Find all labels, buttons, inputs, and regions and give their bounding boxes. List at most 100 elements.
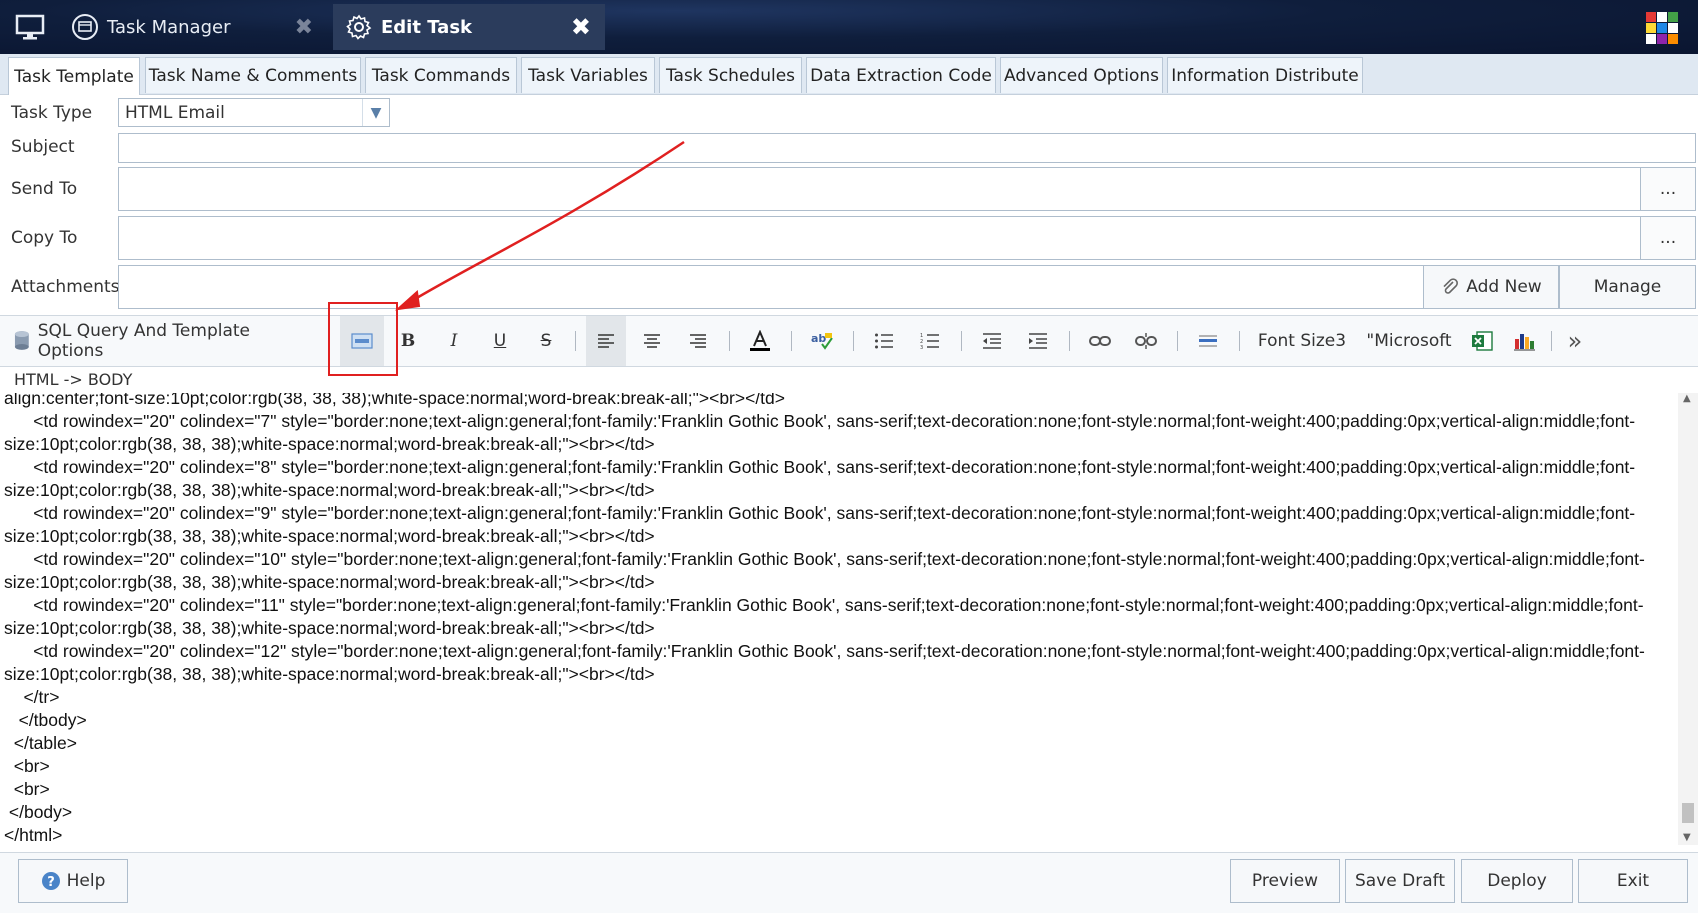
save-draft-button[interactable]: Save Draft <box>1345 859 1455 903</box>
align-left-button[interactable] <box>586 316 626 366</box>
task-type-select[interactable]: HTML Email ▼ <box>118 98 390 127</box>
tab-label: Advanced Options <box>1004 65 1159 86</box>
font-name-dropdown[interactable]: "Microsoft <box>1358 316 1460 366</box>
tab-information-distribute[interactable]: Information Distribute <box>1167 57 1363 93</box>
app-logo-icon <box>1646 12 1678 44</box>
font-color-icon <box>750 330 770 351</box>
align-center-button[interactable] <box>632 316 672 366</box>
outdent-button[interactable] <box>972 316 1012 366</box>
insert-link-button[interactable] <box>1080 316 1120 366</box>
attachments-field[interactable] <box>118 265 1424 309</box>
scroll-down-icon[interactable]: ▼ <box>1683 832 1691 843</box>
tab-edit-task[interactable]: Edit Task ✖ <box>333 4 605 50</box>
numbered-list-icon: 1 2 3 <box>920 333 939 350</box>
manage-button[interactable]: Manage <box>1559 265 1696 309</box>
tab-task-manager-label: Task Manager <box>107 16 231 38</box>
align-right-button[interactable] <box>678 316 718 366</box>
tab-task-variables[interactable]: Task Variables <box>521 57 655 93</box>
paperclip-icon <box>1443 278 1459 294</box>
align-center-icon <box>644 334 660 348</box>
svg-text:?: ? <box>47 875 55 890</box>
bold-button[interactable]: B <box>390 316 426 366</box>
link-icon <box>1089 336 1111 346</box>
toolbar-separator <box>961 331 962 351</box>
editor-scrollbar[interactable]: ▲ ▼ <box>1678 393 1698 845</box>
svg-text:3: 3 <box>920 345 923 350</box>
align-right-icon <box>690 334 706 348</box>
underline-button[interactable]: U <box>482 316 518 366</box>
subject-input[interactable] <box>118 133 1696 163</box>
task-type-label: Task Type <box>11 103 93 123</box>
tab-label: Task Variables <box>528 65 648 86</box>
spell-check-icon: ab <box>811 332 833 350</box>
outdent-icon <box>983 333 1001 349</box>
html-source-code[interactable]: align:center;font-size:10pt;color:rgb(38… <box>0 393 1678 845</box>
close-icon[interactable]: ✖ <box>295 15 313 40</box>
toolbar-separator <box>1177 331 1178 351</box>
tab-label: Task Template <box>14 66 134 87</box>
tab-task-manager[interactable]: Task Manager ✖ <box>62 6 327 48</box>
sql-options-button[interactable]: SQL Query And Template Options <box>12 316 317 366</box>
toolbar-separator <box>791 331 792 351</box>
monitor-icon[interactable] <box>14 11 46 43</box>
strikethrough-button[interactable]: S <box>528 316 564 366</box>
close-icon[interactable]: ✖ <box>571 13 591 41</box>
align-left-icon <box>598 334 614 348</box>
copy-to-input[interactable]: ... <box>118 216 1696 260</box>
numbered-list-button[interactable]: 1 2 3 <box>910 316 950 366</box>
tab-advanced-options[interactable]: Advanced Options <box>1000 57 1163 93</box>
title-bar: Task Manager ✖ Edit Task ✖ <box>0 0 1698 54</box>
svg-text:ab: ab <box>811 332 826 345</box>
excel-icon <box>1472 331 1493 351</box>
toolbar-separator <box>729 331 730 351</box>
help-icon: ? <box>41 872 60 890</box>
scroll-up-icon[interactable]: ▲ <box>1683 393 1691 404</box>
tab-label: Task Commands <box>371 65 511 86</box>
tab-label: Task Schedules <box>665 65 796 86</box>
insert-chart-button[interactable] <box>1506 316 1542 366</box>
help-button[interactable]: ? Help <box>18 859 128 903</box>
toolbar-separator <box>575 331 576 351</box>
manage-label: Manage <box>1593 277 1662 297</box>
bullet-list-icon <box>875 333 893 349</box>
toolbar-separator <box>328 331 329 351</box>
tab-label: Task Name & Comments <box>148 65 358 86</box>
chart-icon <box>1514 334 1535 351</box>
font-size-dropdown[interactable]: Font Size3 <box>1250 316 1354 366</box>
excel-button[interactable] <box>1464 316 1500 366</box>
indent-button[interactable] <box>1018 316 1058 366</box>
add-new-button[interactable]: Add New <box>1423 265 1559 309</box>
tab-task-template[interactable]: Task Template <box>8 57 140 95</box>
preview-button[interactable]: Preview <box>1230 859 1340 903</box>
horizontal-rule-button[interactable] <box>1188 316 1228 366</box>
add-new-label: Add New <box>1466 277 1542 297</box>
copy-to-browse-button[interactable]: ... <box>1640 217 1695 259</box>
spell-check-button[interactable]: ab <box>802 316 842 366</box>
send-to-browse-button[interactable]: ... <box>1640 168 1695 210</box>
more-tools-button[interactable]: » <box>1560 316 1590 366</box>
tab-label: Information Distribute <box>1171 65 1359 86</box>
horizontal-rule-icon <box>1199 335 1217 347</box>
tab-task-commands[interactable]: Task Commands <box>365 57 517 93</box>
html-source-editor[interactable]: align:center;font-size:10pt;color:rgb(38… <box>0 393 1678 845</box>
deploy-button[interactable]: Deploy <box>1461 859 1573 903</box>
tab-task-schedules[interactable]: Task Schedules <box>659 57 802 93</box>
font-color-button[interactable] <box>740 316 780 366</box>
indent-icon <box>1029 333 1047 349</box>
send-to-input[interactable]: ... <box>118 167 1696 211</box>
html-source-button[interactable] <box>340 316 384 366</box>
tab-task-name-comments[interactable]: Task Name & Comments <box>145 57 361 93</box>
tab-label: Data Extraction Code <box>810 65 992 86</box>
bullet-list-button[interactable] <box>864 316 904 366</box>
editor-toolbar: SQL Query And Template Options B I U S a… <box>0 315 1698 367</box>
remove-link-button[interactable] <box>1126 316 1166 366</box>
tab-edit-task-label: Edit Task <box>381 16 473 38</box>
task-type-value: HTML Email <box>125 102 225 123</box>
exit-button[interactable]: Exit <box>1578 859 1688 903</box>
tab-data-extraction-code[interactable]: Data Extraction Code <box>806 57 996 93</box>
chevron-down-icon[interactable]: ▼ <box>362 99 389 126</box>
italic-button[interactable]: I <box>436 316 472 366</box>
send-to-label: Send To <box>11 179 78 199</box>
task-manager-icon <box>72 14 98 40</box>
scrollbar-thumb[interactable] <box>1682 803 1694 823</box>
